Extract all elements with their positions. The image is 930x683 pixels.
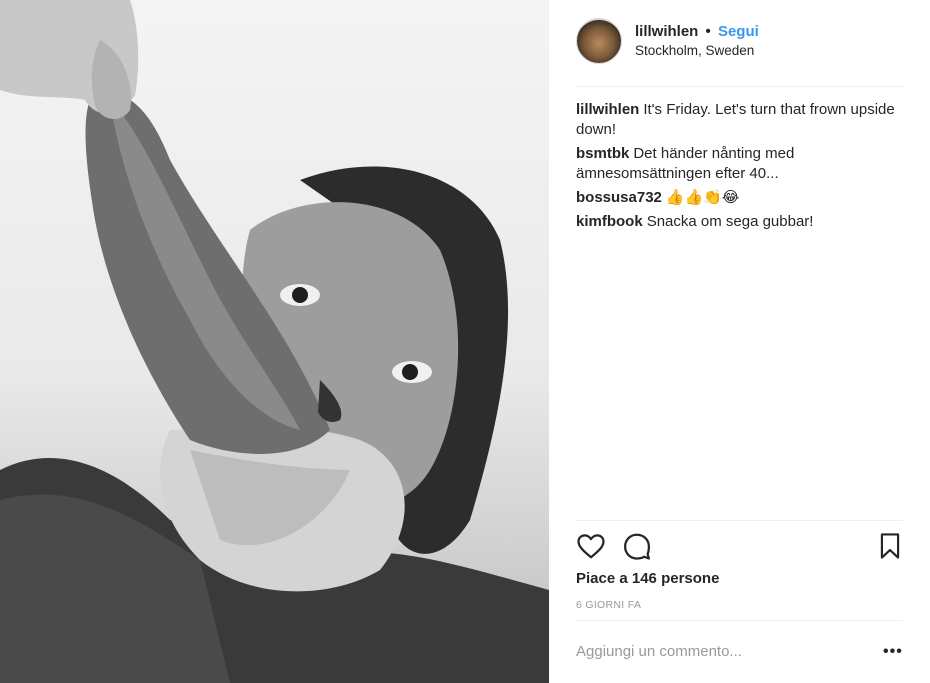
comments-list: lillwihlen It's Friday. Let's turn that f… [576, 100, 903, 236]
location-link[interactable]: Stockholm, Sweden [635, 42, 759, 60]
comment-username[interactable]: bossusa732 [576, 189, 662, 206]
bookmark-icon[interactable] [876, 531, 904, 566]
likes-count[interactable]: Piace a 146 persone [576, 569, 719, 589]
comment-username[interactable]: kimfbook [576, 213, 643, 230]
heart-icon[interactable] [576, 531, 606, 566]
comment-item: bossusa732 👍👍👏😂 [576, 188, 903, 208]
action-bar [576, 531, 903, 563]
username-link[interactable]: lillwihlen [635, 23, 698, 40]
post-side-panel: lillwihlen • Segui Stockholm, Sweden lil… [549, 0, 930, 683]
comment-username[interactable]: lillwihlen [576, 101, 639, 118]
post-timestamp[interactable]: 6 GIORNI FA [576, 598, 641, 612]
follow-button[interactable]: Segui [718, 23, 759, 40]
header-text: lillwihlen • Segui Stockholm, Sweden [635, 18, 759, 60]
photo-illustration [0, 0, 549, 683]
comment-divider [576, 620, 903, 621]
post-photo[interactable] [0, 0, 549, 683]
post-header: lillwihlen • Segui Stockholm, Sweden [576, 18, 903, 87]
add-comment-input[interactable] [576, 640, 866, 664]
comment-text: Snacka om sega gubbar! [646, 213, 814, 230]
comment-item: bsmtbk Det händer nånting med ämnesomsätt… [576, 144, 903, 184]
user-line: lillwihlen • Segui [635, 22, 759, 42]
comment-item: lillwihlen It's Friday. Let's turn that f… [576, 100, 903, 140]
speech-bubble-icon[interactable] [622, 531, 652, 566]
comment-item: kimfbook Snacka om sega gubbar! [576, 212, 903, 232]
comment-username[interactable]: bsmtbk [576, 145, 629, 162]
more-options-button[interactable]: ••• [883, 640, 903, 664]
post-container: lillwihlen • Segui Stockholm, Sweden lil… [0, 0, 930, 683]
avatar[interactable] [576, 18, 622, 64]
separator-dot: • [705, 23, 711, 40]
comment-text: 👍👍👏😂 [665, 189, 740, 206]
actions-divider [576, 520, 903, 521]
